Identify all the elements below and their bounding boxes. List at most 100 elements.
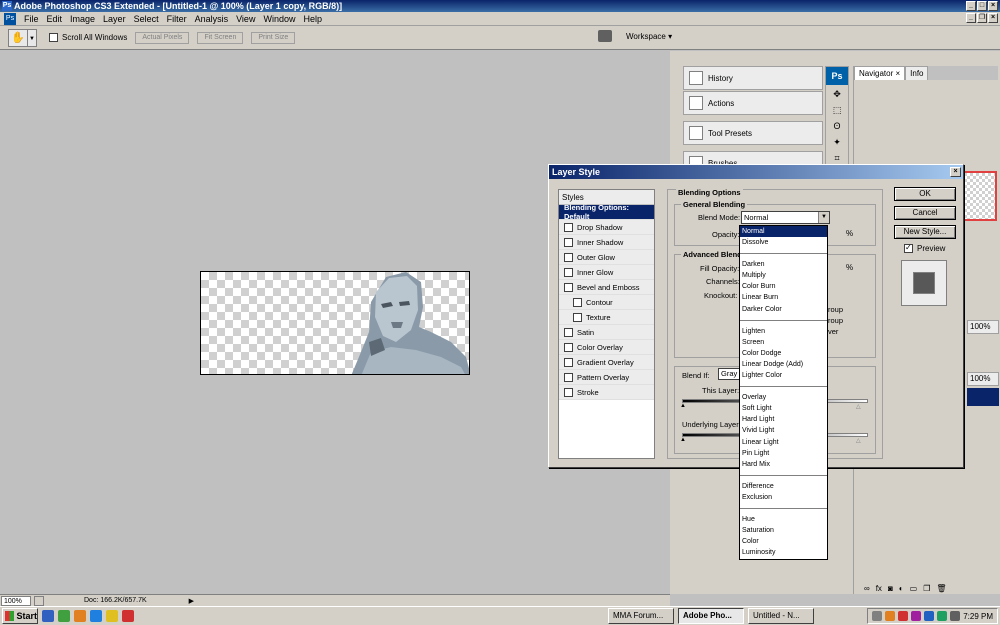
underlying-white-handle-icon[interactable]: △: [856, 437, 861, 444]
style-item[interactable]: Bevel and Emboss: [559, 280, 654, 295]
workspace-icon[interactable]: [598, 30, 612, 42]
style-checkbox[interactable]: [564, 372, 573, 382]
quicklaunch-icon-2[interactable]: [58, 610, 70, 622]
navigator-thumbnail[interactable]: [959, 171, 997, 221]
blend-mode-option[interactable]: Lighten: [740, 326, 827, 337]
document-canvas[interactable]: [200, 271, 470, 375]
tray-icon-3[interactable]: [898, 611, 909, 621]
tray-icon-1[interactable]: [872, 611, 883, 621]
menu-view[interactable]: View: [232, 14, 259, 24]
style-checkbox[interactable]: [564, 342, 573, 352]
blend-mode-option[interactable]: Color: [740, 536, 827, 547]
style-checkbox[interactable]: [573, 297, 582, 307]
blend-mode-option[interactable]: Pin Light: [740, 448, 827, 459]
blend-mode-option[interactable]: Overlay: [740, 392, 827, 403]
scroll-all-checkbox[interactable]: [49, 33, 58, 42]
blend-mode-option[interactable]: Linear Dodge (Add): [740, 359, 827, 370]
style-checkbox[interactable]: [564, 327, 573, 337]
ok-button[interactable]: OK: [894, 187, 956, 201]
new-style-button[interactable]: New Style...: [894, 225, 956, 239]
mask-icon[interactable]: ◙: [888, 584, 893, 596]
quicklaunch-icon-6[interactable]: [122, 610, 134, 622]
blend-mode-option[interactable]: Normal: [740, 226, 827, 238]
style-item[interactable]: Stroke: [559, 385, 654, 400]
quicklaunch-icon-3[interactable]: [74, 610, 86, 622]
tab-navigator[interactable]: Navigator ×: [854, 66, 906, 80]
style-item[interactable]: Drop Shadow: [559, 220, 654, 235]
marquee-tool-icon[interactable]: ⬚: [830, 105, 844, 117]
preview-toggle[interactable]: Preview: [904, 243, 956, 253]
menu-select[interactable]: Select: [130, 14, 163, 24]
menu-window[interactable]: Window: [259, 14, 299, 24]
style-item[interactable]: Pattern Overlay: [559, 370, 654, 385]
group-icon[interactable]: ▭: [910, 584, 918, 596]
zoom-field[interactable]: 100%: [1, 595, 31, 606]
maximize-icon[interactable]: □: [977, 1, 987, 11]
menu-help[interactable]: Help: [299, 14, 326, 24]
menu-edit[interactable]: Edit: [43, 14, 67, 24]
style-checkbox[interactable]: [564, 282, 573, 292]
style-item[interactable]: Gradient Overlay: [559, 355, 654, 370]
magic-wand-tool-icon[interactable]: ✦: [830, 137, 844, 149]
hand-tool-icon[interactable]: ✋: [8, 28, 28, 47]
blend-mode-option[interactable]: Soft Light: [740, 403, 827, 414]
status-icon[interactable]: [34, 595, 44, 606]
taskbar-task[interactable]: Untitled - N...: [748, 608, 814, 624]
selected-layer-row[interactable]: [967, 388, 999, 406]
underlying-black-handle-icon[interactable]: ▲: [680, 437, 686, 443]
layer-opacity-field[interactable]: 100%: [967, 320, 999, 334]
blend-mode-option[interactable]: Hard Mix: [740, 459, 827, 470]
blend-mode-option[interactable]: Darken: [740, 259, 827, 270]
ps-menu-icon[interactable]: Ps: [4, 12, 16, 25]
fx-icon[interactable]: fx: [876, 584, 882, 596]
style-checkbox[interactable]: [564, 252, 573, 262]
taskbar-task[interactable]: MMA Forum...: [608, 608, 674, 624]
blend-mode-option[interactable]: Hue: [740, 514, 827, 525]
blend-mode-option[interactable]: Multiply: [740, 270, 827, 281]
style-item[interactable]: Blending Options: Default: [559, 203, 654, 221]
tray-icon-2[interactable]: [885, 611, 896, 621]
link-layers-icon[interactable]: ∞: [864, 584, 870, 596]
new-layer-icon[interactable]: ❐: [923, 584, 930, 596]
quicklaunch-icon-5[interactable]: [106, 610, 118, 622]
style-item[interactable]: Texture: [559, 310, 654, 325]
style-checkbox[interactable]: [564, 387, 573, 397]
dialog-close-icon[interactable]: ×: [950, 167, 961, 177]
tool-presets-panel-button[interactable]: Tool Presets: [683, 121, 823, 145]
blend-mode-option[interactable]: Lighter Color: [740, 370, 827, 381]
blend-mode-option[interactable]: Luminosity: [740, 547, 827, 558]
this-layer-black-handle-icon[interactable]: ▲: [680, 403, 686, 409]
move-tool-icon[interactable]: ✥: [830, 89, 844, 101]
blend-mode-option[interactable]: Screen: [740, 337, 827, 348]
start-button[interactable]: Start: [2, 608, 38, 624]
tab-info[interactable]: Info: [905, 66, 929, 80]
lasso-tool-icon[interactable]: ʘ: [830, 121, 844, 133]
menu-filter[interactable]: Filter: [163, 14, 191, 24]
print-size-button[interactable]: Print Size: [251, 31, 296, 44]
close-icon[interactable]: ×: [988, 1, 998, 11]
chevron-down-icon[interactable]: ▼: [818, 212, 829, 223]
history-panel-button[interactable]: History: [683, 66, 823, 90]
blend-mode-select[interactable]: Normal ▼: [741, 211, 830, 224]
trash-icon[interactable]: 🗑: [936, 584, 946, 596]
this-layer-white-handle-icon[interactable]: △: [856, 403, 861, 410]
blend-mode-option[interactable]: Exclusion: [740, 492, 827, 503]
doc-close-icon[interactable]: ×: [988, 13, 998, 23]
preview-checkbox[interactable]: [904, 243, 913, 253]
cancel-button[interactable]: Cancel: [894, 206, 956, 220]
blend-mode-option[interactable]: Hard Light: [740, 414, 827, 425]
taskbar-task[interactable]: Adobe Pho...: [678, 608, 744, 624]
blend-mode-option[interactable]: Saturation: [740, 525, 827, 536]
tool-preset-dropdown[interactable]: ▼: [28, 28, 37, 47]
style-checkbox[interactable]: [564, 267, 573, 277]
actions-panel-button[interactable]: Actions: [683, 91, 823, 115]
actual-pixels-button[interactable]: Actual Pixels: [135, 31, 190, 44]
style-checkbox[interactable]: [564, 222, 573, 232]
style-checkbox[interactable]: [564, 357, 573, 367]
menu-image[interactable]: Image: [66, 14, 99, 24]
scroll-all-windows[interactable]: Scroll All Windows: [49, 33, 127, 42]
minimize-icon[interactable]: _: [966, 1, 976, 11]
doc-restore-icon[interactable]: ❐: [977, 13, 987, 23]
quicklaunch-icon-1[interactable]: [42, 610, 54, 622]
blend-mode-option[interactable]: Vivid Light: [740, 425, 827, 436]
